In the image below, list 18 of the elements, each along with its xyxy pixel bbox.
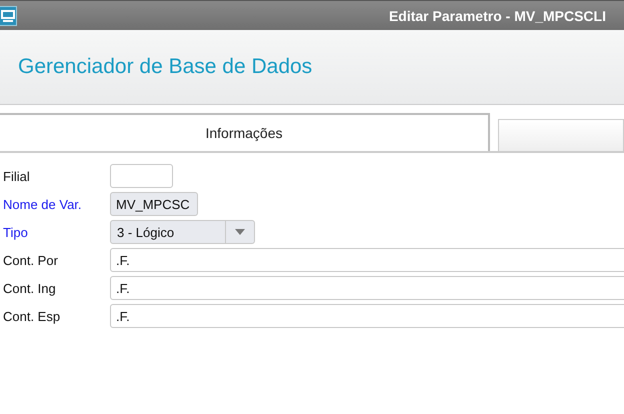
input-field[interactable]: .F. [110,304,624,328]
monitor-icon [0,6,17,26]
type-dropdown[interactable]: 3 - Lógico [110,220,255,244]
input-field[interactable]: .F. [110,276,624,300]
field-label: Cont. Por [2,252,59,268]
field-label: Tipo [2,224,29,240]
window-title: Editar Parametro - MV_MPCSCLI [388,8,606,24]
input-field[interactable] [110,164,173,188]
tab[interactable]: Informações [0,113,490,151]
input-field[interactable]: .F. [110,248,624,272]
input-field[interactable]: MV_MPCSC [110,192,198,216]
field-label: Nome de Var. [2,196,83,212]
dropdown-arrow-icon [235,229,245,235]
field-label: Cont. Esp [2,308,62,324]
page-title: Gerenciador de Base de Dados [18,55,312,79]
field-label: Cont. Ing [2,280,57,296]
field-label: Filial [2,168,31,184]
tab[interactable] [498,119,624,151]
